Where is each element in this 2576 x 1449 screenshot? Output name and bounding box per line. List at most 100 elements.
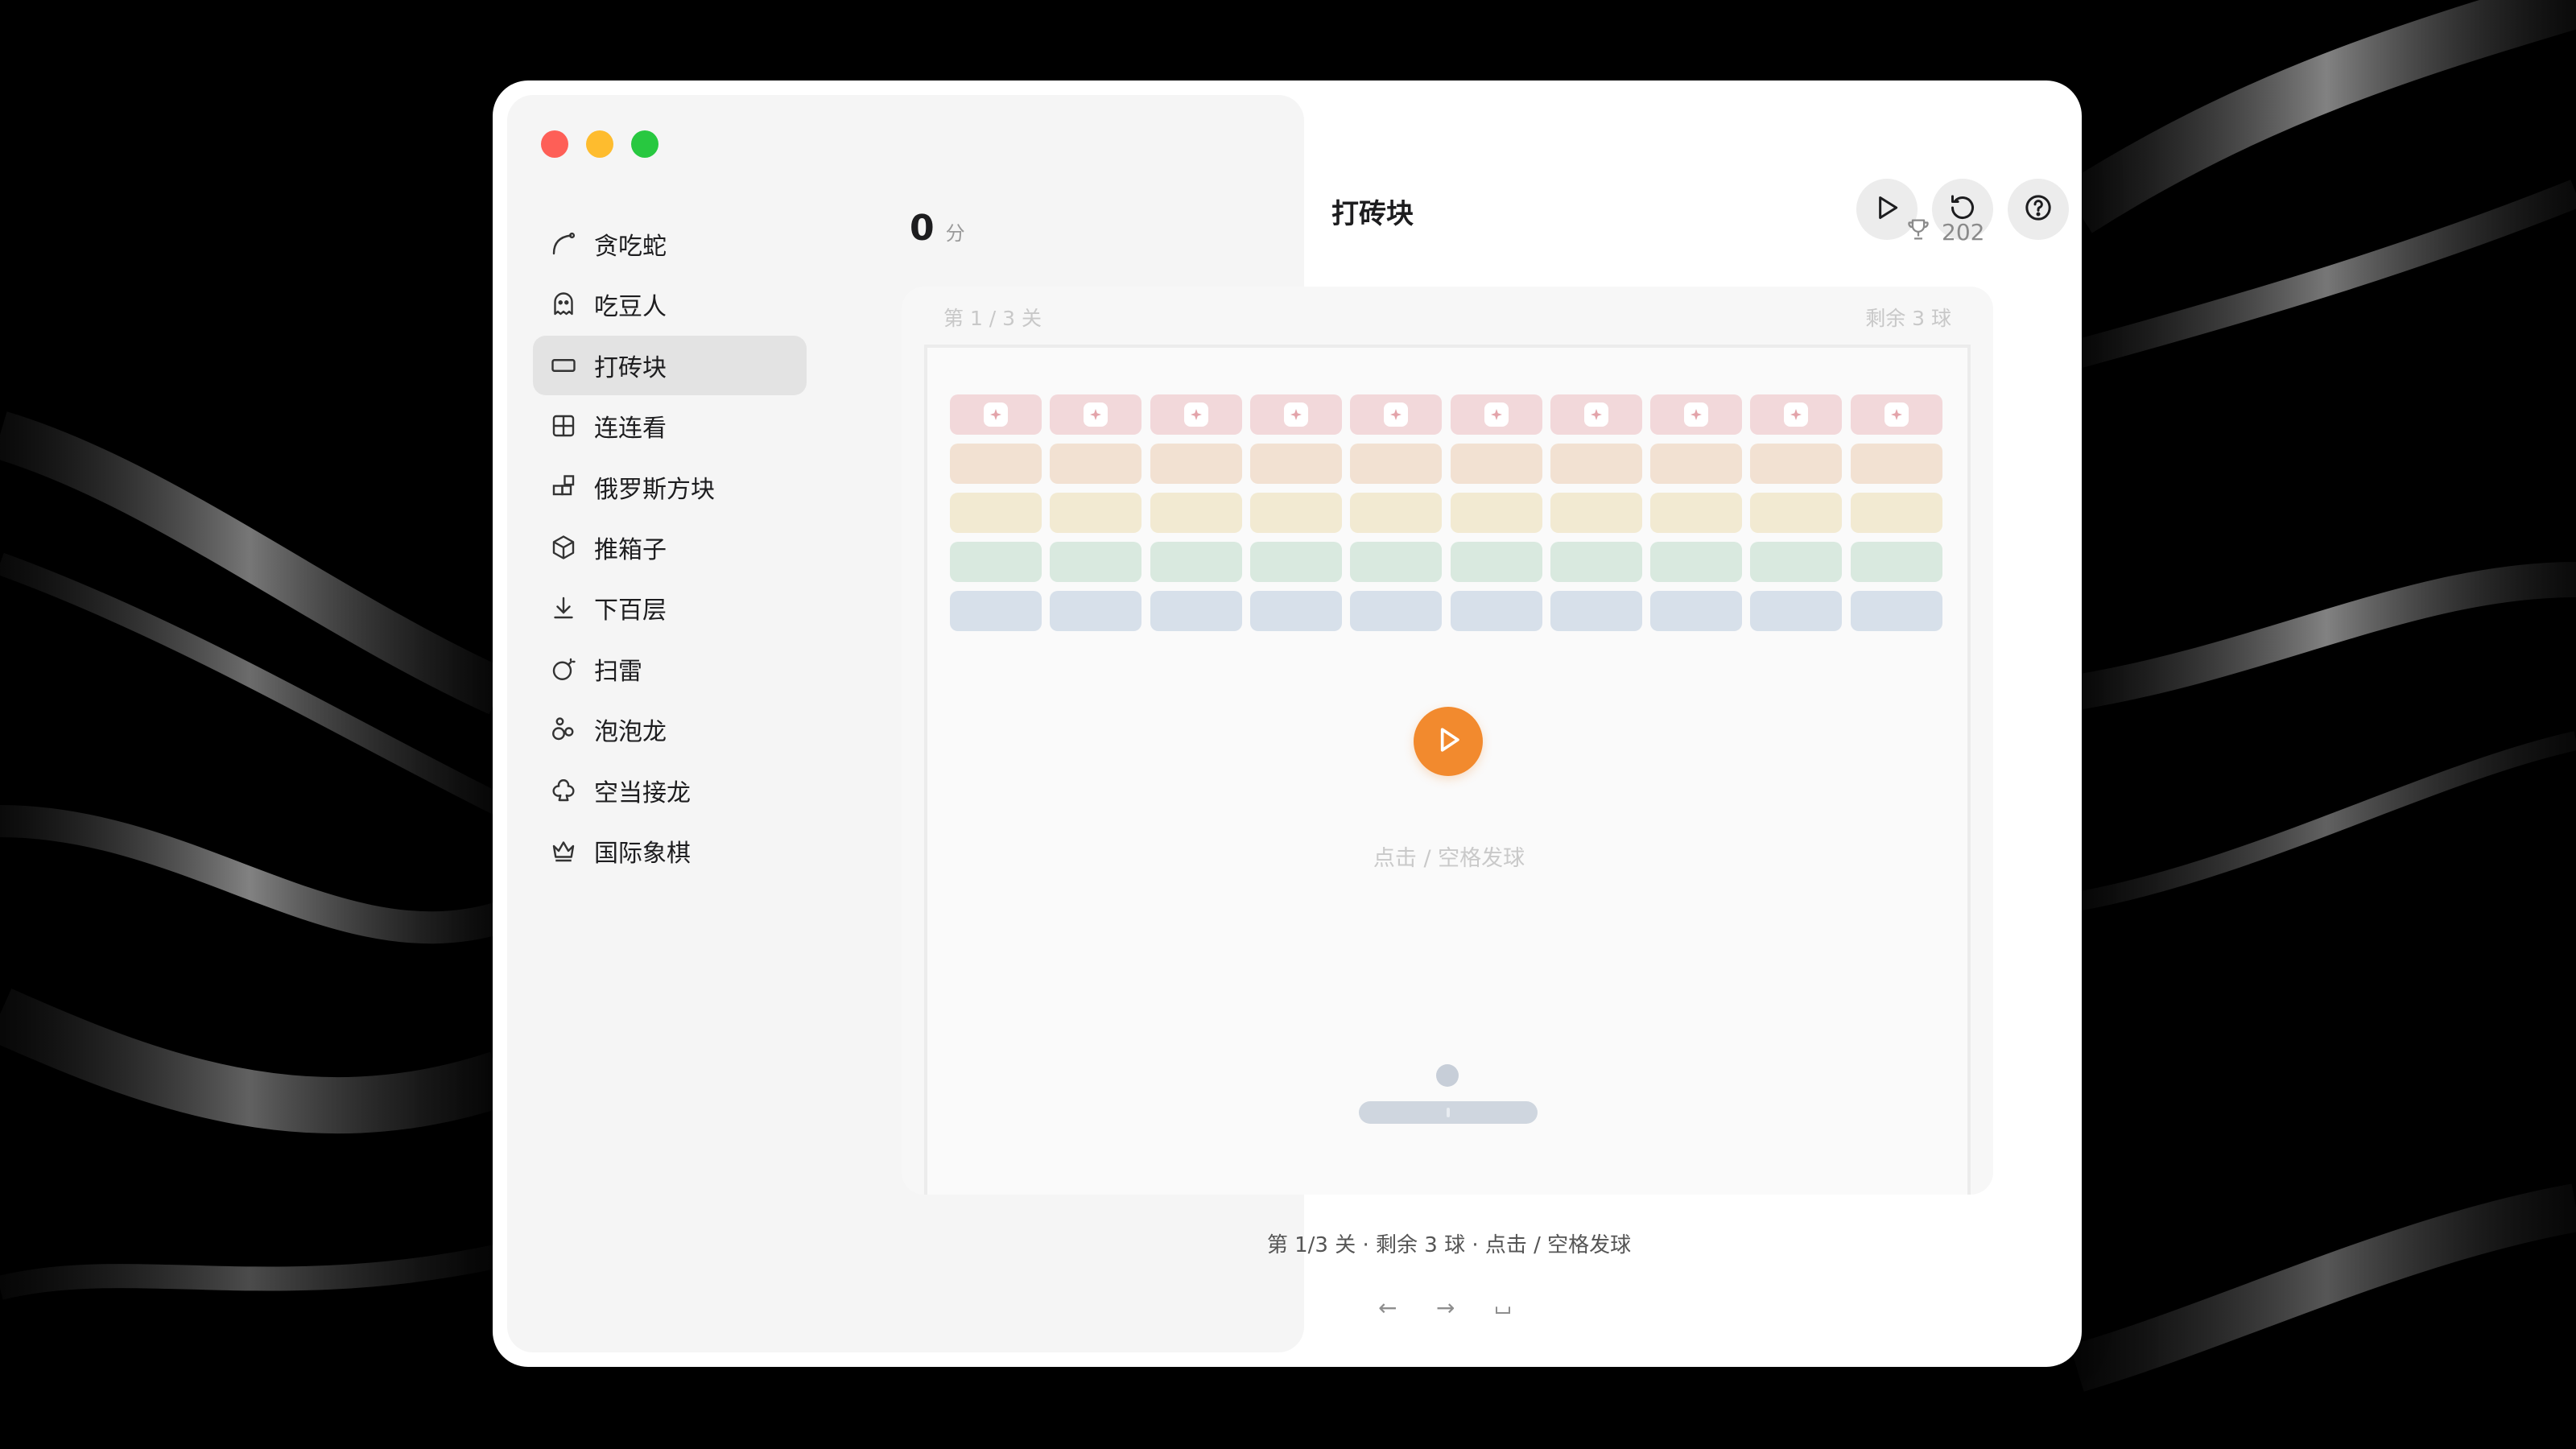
powerup-plus-icon — [1183, 402, 1208, 427]
brick — [1750, 493, 1843, 533]
brick — [1150, 591, 1242, 631]
sidebar-item-label: 推箱子 — [594, 535, 667, 564]
brick — [1450, 542, 1542, 582]
sidebar-item-snake[interactable]: 贪吃蛇 — [533, 214, 807, 274]
crown-icon — [549, 836, 578, 865]
launch-button[interactable] — [1414, 707, 1483, 776]
trophy-icon — [1905, 216, 1932, 249]
brick — [1650, 394, 1743, 435]
bomb-icon — [549, 654, 578, 683]
brick — [1249, 493, 1342, 533]
brick — [1650, 542, 1743, 582]
powerup-plus-icon — [1884, 402, 1909, 427]
sidebar-item-nsshaft[interactable]: 下百层 — [533, 578, 807, 638]
sidebar-item-label: 空当接龙 — [594, 778, 691, 807]
brick — [1450, 394, 1542, 435]
ghost-icon — [549, 290, 578, 319]
sidebar-item-bubble[interactable]: 泡泡龙 — [533, 700, 807, 759]
brick — [1150, 493, 1242, 533]
brick — [1750, 444, 1843, 484]
sidebar-item-label: 下百层 — [594, 597, 667, 625]
blocks-icon — [549, 473, 578, 502]
page-title: 打砖块 — [1331, 198, 1414, 230]
sidebar-item-pacman[interactable]: 吃豆人 — [533, 275, 807, 334]
brick-rect-icon — [549, 351, 578, 380]
sidebar-item-label: 扫雷 — [594, 657, 642, 686]
brick — [1550, 542, 1642, 582]
brick — [1850, 444, 1942, 484]
help-icon — [2022, 192, 2054, 227]
zoom-window-button[interactable] — [631, 130, 658, 158]
club-icon — [549, 776, 578, 805]
brick — [1650, 493, 1743, 533]
paddle-center-mark — [1447, 1108, 1450, 1117]
brick — [950, 542, 1042, 582]
powerup-plus-icon — [1784, 402, 1809, 427]
sidebar-item-breakout[interactable]: 打砖块 — [533, 335, 807, 395]
brick — [1450, 591, 1542, 631]
brick — [1750, 542, 1843, 582]
score-unit: 分 — [945, 222, 965, 245]
brick — [950, 394, 1042, 435]
sidebar-item-minesweeper[interactable]: 扫雷 — [533, 639, 807, 699]
brick — [1850, 394, 1942, 435]
brick — [1850, 591, 1942, 631]
sidebar-item-label: 泡泡龙 — [594, 718, 667, 747]
powerup-plus-icon — [984, 402, 1008, 427]
brick — [1249, 591, 1342, 631]
brick — [1050, 394, 1142, 435]
box-icon — [549, 533, 578, 562]
brick — [1650, 444, 1743, 484]
best-score-value: 202 — [1942, 219, 1985, 246]
brick — [1249, 542, 1342, 582]
powerup-plus-icon — [1484, 402, 1509, 427]
powerup-plus-icon — [1384, 402, 1409, 427]
sidebar-item-tetris[interactable]: 俄罗斯方块 — [533, 457, 807, 517]
sidebar-item-lianliankan[interactable]: 连连看 — [533, 396, 807, 456]
brick — [1750, 591, 1843, 631]
app-window: 贪吃蛇 吃豆人 打砖块 连连看 俄罗斯方块 推箱子 下百层 扫雷 泡泡龙 空当接… — [493, 80, 2082, 1367]
best-score: 202 — [1905, 216, 1984, 249]
brick — [1350, 493, 1443, 533]
brick — [950, 493, 1042, 533]
brick — [1249, 394, 1342, 435]
arrow-down-icon — [549, 593, 578, 622]
balls-remaining-label: 剩余 3 球 — [1865, 307, 1951, 330]
launch-hint: 点击 / 空格发球 — [1373, 846, 1525, 871]
brick — [1850, 493, 1942, 533]
brick — [1350, 542, 1443, 582]
powerup-plus-icon — [1084, 402, 1108, 427]
brick — [950, 444, 1042, 484]
sidebar-item-label: 吃豆人 — [594, 293, 667, 322]
brick — [1850, 542, 1942, 582]
help-button[interactable] — [2008, 179, 2069, 240]
sidebar-item-label: 贪吃蛇 — [594, 233, 667, 261]
left-key-hint: ← — [1378, 1294, 1397, 1321]
brick — [1350, 394, 1443, 435]
play-icon — [1871, 192, 1903, 227]
brick — [1750, 394, 1843, 435]
brick — [950, 591, 1042, 631]
level-label: 第 1 / 3 关 — [943, 307, 1042, 330]
brick — [1249, 444, 1342, 484]
score-value: 0 — [910, 208, 935, 249]
grid-icon — [549, 411, 578, 440]
brick — [1350, 444, 1443, 484]
sidebar-item-label: 打砖块 — [594, 353, 667, 382]
snake-curve-icon — [549, 229, 578, 258]
brick — [1550, 493, 1642, 533]
brick — [1050, 444, 1142, 484]
paddle[interactable] — [1359, 1101, 1538, 1124]
right-key-hint: → — [1436, 1294, 1455, 1321]
game-nav: 贪吃蛇 吃豆人 打砖块 连连看 俄罗斯方块 推箱子 下百层 扫雷 泡泡龙 空当接… — [533, 214, 807, 881]
sidebar-item-freecell[interactable]: 空当接龙 — [533, 761, 807, 820]
minimize-window-button[interactable] — [586, 130, 613, 158]
sidebar-item-sokoban[interactable]: 推箱子 — [533, 518, 807, 577]
ball — [1436, 1064, 1459, 1087]
brick — [1050, 493, 1142, 533]
sidebar-item-chess[interactable]: 国际象棋 — [533, 821, 807, 881]
close-window-button[interactable] — [541, 130, 568, 158]
brick — [1050, 542, 1142, 582]
brick — [1550, 444, 1642, 484]
brick — [1350, 591, 1443, 631]
